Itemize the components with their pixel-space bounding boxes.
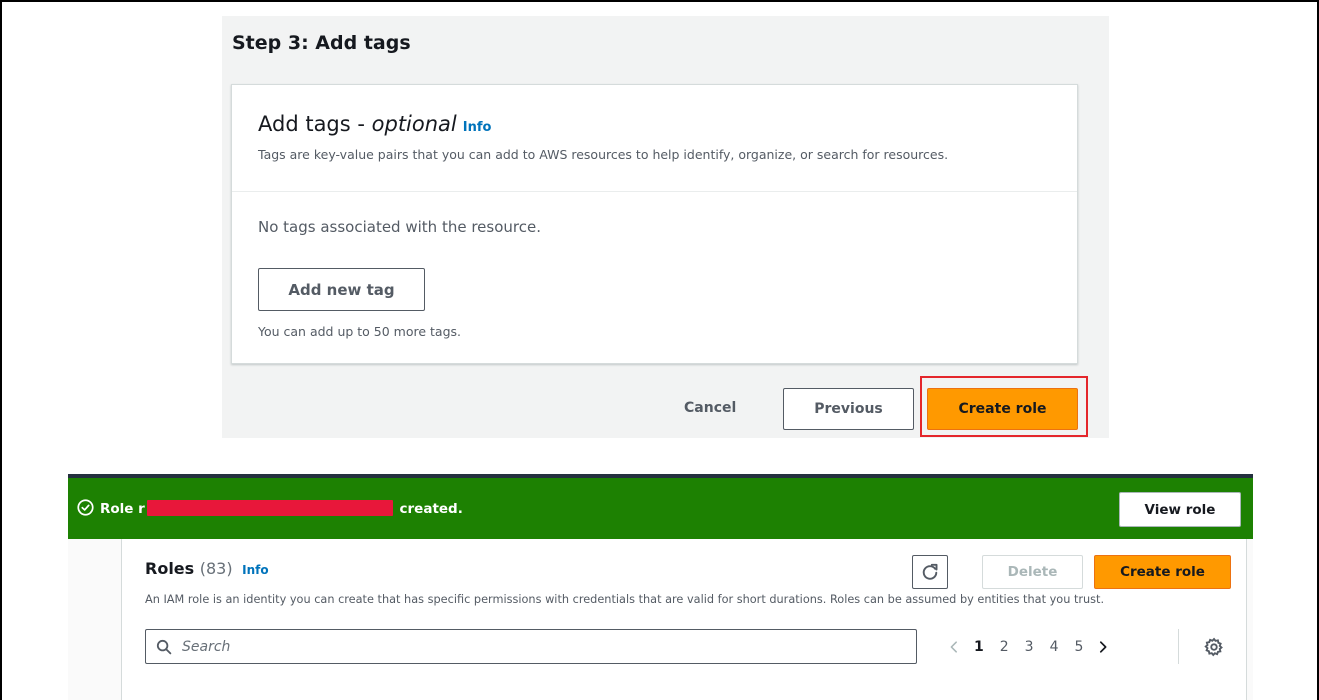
delete-button[interactable]: Delete <box>982 555 1083 589</box>
cancel-button[interactable]: Cancel <box>684 400 736 416</box>
tag-limit-hint: You can add up to 50 more tags. <box>258 324 462 339</box>
page-5[interactable]: 5 <box>1075 639 1084 655</box>
page-1[interactable]: 1 <box>974 639 984 655</box>
create-role-button[interactable]: Create role <box>927 388 1078 430</box>
tags-card-title: Add tags - optional Info <box>258 111 1077 141</box>
no-tags-message: No tags associated with the resource. <box>258 218 541 236</box>
flash-prefix: Role r <box>100 501 145 517</box>
search-box[interactable] <box>145 629 917 664</box>
roles-heading: Roles (83) Info <box>145 559 269 578</box>
success-flashbar: Role r created. View role <box>68 478 1253 539</box>
previous-button[interactable]: Previous <box>783 388 914 430</box>
flash-suffix: created. <box>394 501 463 517</box>
tags-title-optional: optional <box>371 112 457 136</box>
side-nav-rail <box>68 539 116 700</box>
flash-message: Role r created. <box>100 500 463 517</box>
chevron-right-icon <box>1100 641 1107 653</box>
refresh-button[interactable] <box>912 555 948 589</box>
roles-page: Role r created. View role Roles (83) Inf… <box>68 474 1253 700</box>
roles-table-header: Roles (83) Info An IAM role is an identi… <box>121 539 1247 700</box>
tags-card-body: No tags associated with the resource. <box>232 192 1077 236</box>
next-page-button[interactable] <box>1091 635 1115 659</box>
refresh-icon <box>922 563 938 580</box>
search-icon <box>156 639 172 655</box>
pager-divider <box>1178 629 1179 664</box>
roles-info-link[interactable]: Info <box>242 563 268 577</box>
create-role-button-list[interactable]: Create role <box>1094 555 1231 589</box>
step-title: Step 3: Add tags <box>232 32 411 54</box>
tags-card-header: Add tags - optional Info Tags are key-val… <box>232 85 1077 192</box>
view-role-button[interactable]: View role <box>1119 492 1241 527</box>
search-input[interactable] <box>180 631 900 662</box>
tags-title-text: Add tags - <box>258 112 372 136</box>
page-4[interactable]: 4 <box>1050 639 1059 655</box>
pagination: 1 2 3 4 5 <box>942 635 1115 659</box>
page-3[interactable]: 3 <box>1025 639 1034 655</box>
gear-icon[interactable] <box>1204 637 1224 657</box>
check-circle-icon <box>77 499 94 516</box>
chevron-left-icon <box>950 641 957 653</box>
previous-page-button[interactable] <box>942 635 966 659</box>
add-new-tag-button[interactable]: Add new tag <box>258 268 425 311</box>
add-tags-step: Step 3: Add tags Add tags - optional Info… <box>222 16 1109 438</box>
roles-title-text: Roles <box>145 559 195 578</box>
tags-info-link[interactable]: Info <box>463 120 492 135</box>
roles-description: An IAM role is an identity you can creat… <box>145 593 1105 606</box>
tags-description: Tags are key-value pairs that you can ad… <box>258 147 949 162</box>
page-2[interactable]: 2 <box>1000 639 1009 655</box>
redacted-role-name <box>146 500 393 516</box>
roles-count: (83) <box>199 559 233 578</box>
tags-card: Add tags - optional Info Tags are key-val… <box>231 84 1078 364</box>
